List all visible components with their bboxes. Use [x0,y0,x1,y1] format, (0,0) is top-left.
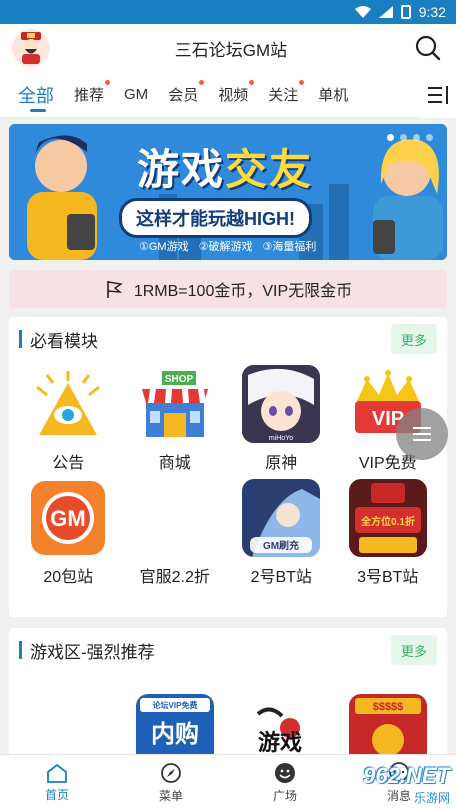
notice-bar[interactable]: 1RMB=100金币，VIP无限金币 [9,270,447,308]
battery-icon [400,5,411,19]
wifi-icon [354,6,371,18]
game-calligraphy-icon: 游戏 [242,694,321,758]
section-header: 游戏区-强烈推荐 更多 [9,628,447,672]
must-see-section: 必看模块 更多 公告 SHOP 商城 miHoYo 原神 VIP VIP免费 G… [9,317,447,617]
game-grid: 论坛VIP免费 内购 游戏 $$$$$ [9,672,447,758]
banner-subtitle: 这样才能玩越HIGH! [119,198,312,238]
tab-gm[interactable]: GM [114,72,158,118]
nav-square[interactable]: 广场 [228,755,342,810]
status-bar: 9:32 [0,0,456,24]
banner-tags: ①GM游戏 ②破解游戏 ③海量福利 [139,241,317,253]
module-item-genshin[interactable]: miHoYo 原神 [228,361,335,475]
carousel-indicator [387,134,433,141]
shop-icon: SHOP [136,365,214,443]
search-button[interactable] [412,32,444,64]
neigou-icon: 论坛VIP免费 内购 [135,694,214,758]
new-dot [299,79,305,85]
search-icon [415,35,441,61]
tab-member[interactable]: 会员 [158,72,208,118]
module-item-20pack[interactable]: GM 20包站 [15,475,122,589]
avatar[interactable] [12,29,50,67]
site-watermark: 962.NET 乐游网 [363,763,450,805]
module-grid: 公告 SHOP 商城 miHoYo 原神 VIP VIP免费 GM 20包站 官… [9,361,447,589]
tab-menu-button[interactable] [420,72,456,118]
svg-text:内购: 内购 [151,721,199,748]
tab-single[interactable]: 单机 [308,72,358,118]
section-title: 游戏区-强烈推荐 [19,638,155,663]
banner-carousel[interactable]: 游戏交友 这样才能玩越HIGH! ①GM游戏 ②破解游戏 ③海量福利 [9,124,447,260]
flag-icon [107,281,123,298]
module-item-bt3[interactable]: 全方位0.1折 3号BT站 [335,475,442,589]
svg-text:GM: GM [51,506,86,531]
menu-icon [428,86,448,104]
nav-home[interactable]: 首页 [0,755,114,810]
gm-badge-icon: GM [29,479,107,557]
new-dot [249,79,255,85]
bt-game-icon: GM刷充 [242,479,321,557]
bt-card-icon: 全方位0.1折 [348,479,427,557]
module-item-shop[interactable]: SHOP 商城 [122,361,229,475]
svg-text:论坛VIP免费: 论坛VIP免费 [152,700,197,710]
new-dot [105,79,111,85]
game-item[interactable] [15,690,122,758]
nav-menu[interactable]: 菜单 [114,755,228,810]
notice-text: 1RMB=100金币，VIP无限金币 [133,283,353,300]
more-button[interactable]: 更多 [391,635,437,665]
tab-video[interactable]: 视频 [208,72,258,118]
blank-icon [136,479,214,557]
game-zone-section: 游戏区-强烈推荐 更多 论坛VIP免费 内购 游戏 $$$$$ [9,628,447,758]
fortune-god-icon [21,32,41,64]
signal-icon [378,6,393,18]
eye-pyramid-icon [29,365,107,443]
list-icon [413,427,431,441]
module-item-announcement[interactable]: 公告 [15,361,122,475]
smile-icon [275,762,295,783]
compass-icon [161,762,181,783]
tab-follow[interactable]: 关注 [258,72,308,118]
blank-icon [29,694,107,758]
game-item-neigou[interactable]: 论坛VIP免费 内购 [122,690,229,758]
svg-text:全方位0.1折: 全方位0.1折 [360,515,415,528]
genshin-icon: miHoYo [242,365,321,443]
bottom-navigation: 首页 菜单 广场 消息 962.NET 乐游网 [0,754,456,810]
status-time: 9:32 [418,4,446,20]
module-item-official-discount[interactable]: 官服2.2折 [122,475,229,589]
section-title: 必看模块 [19,327,98,352]
tab-recommend[interactable]: 推荐 [64,72,114,118]
game-item-cash[interactable]: $$$$$ [335,690,442,758]
category-tabs: 全部 推荐 GM 会员 视频 关注 单机 [0,72,456,118]
svg-text:miHoYo: miHoYo [269,435,293,442]
game-item-calligraphy[interactable]: 游戏 [228,690,335,758]
svg-text:游戏: 游戏 [258,730,302,755]
app-bar: 三石论坛GM站 [0,24,456,72]
more-button[interactable]: 更多 [391,324,437,354]
tab-all[interactable]: 全部 [8,72,64,118]
banner-title: 游戏交友 [137,146,314,193]
section-header: 必看模块 更多 [9,317,447,361]
cash-icon: $$$$$ [348,694,427,758]
svg-text:GM刷充: GM刷充 [263,539,299,552]
svg-text:$$$$$: $$$$$ [372,701,403,713]
floating-menu-button[interactable] [396,408,448,460]
app-title: 三石论坛GM站 [174,40,288,60]
svg-text:SHOP: SHOP [165,374,194,385]
new-dot [199,79,205,85]
module-item-bt2[interactable]: GM刷充 2号BT站 [228,475,335,589]
home-icon [47,763,67,783]
